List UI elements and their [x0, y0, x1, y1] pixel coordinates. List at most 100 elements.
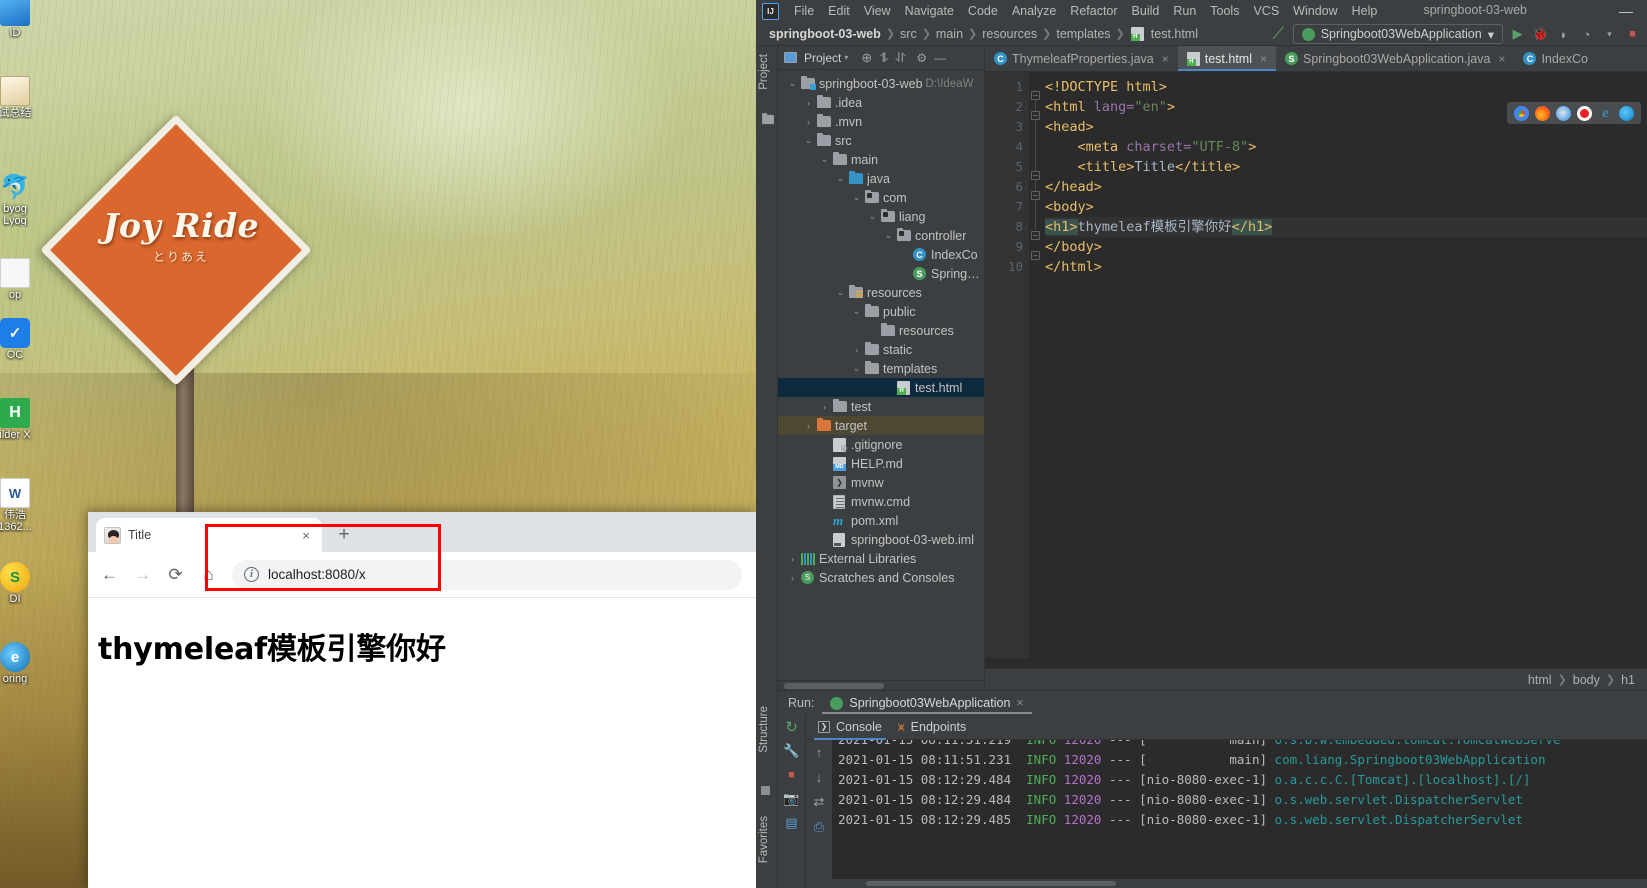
site-info-icon[interactable]: i	[244, 567, 259, 582]
chevron-down-icon[interactable]: ⌄	[851, 192, 862, 203]
code-line[interactable]: </body>	[1045, 237, 1647, 257]
menu-item-view[interactable]: View	[857, 2, 898, 20]
menu-item-window[interactable]: Window	[1286, 2, 1344, 20]
project-horizontal-scrollbar[interactable]	[778, 680, 984, 690]
settings-icon[interactable]: ⚙	[916, 51, 927, 65]
breadcrumb-testhtml[interactable]: test.html	[1148, 27, 1201, 41]
code-editor[interactable]: 1 2 3 4 5 6 7 8 9 10 – – – – – – <!DOCTYPE html> <…	[985, 72, 1647, 658]
menu-item-build[interactable]: Build	[1125, 2, 1167, 20]
close-icon[interactable]: ×	[1260, 52, 1267, 66]
fold-marker-icon[interactable]: –	[1031, 111, 1040, 120]
desktop-icon-amap[interactable]: S DI	[0, 562, 44, 605]
layout-icon[interactable]: ▤	[784, 815, 800, 831]
ie-icon[interactable]: e	[1598, 106, 1613, 121]
chevron-down-icon[interactable]: ⌄	[819, 154, 830, 165]
soft-wrap-icon[interactable]: ⇄	[811, 794, 827, 810]
structure-icon[interactable]	[761, 786, 770, 795]
tree-item-java[interactable]: ⌄ java	[778, 169, 984, 188]
fold-marker-icon[interactable]: –	[1031, 91, 1040, 100]
code-line[interactable]: <meta charset="UTF-8">	[1045, 137, 1647, 157]
tab-endpoints[interactable]: ⩙ Endpoints	[898, 715, 966, 740]
menu-item-navigate[interactable]: Navigate	[898, 2, 961, 20]
scroll-down-icon[interactable]: ↓	[811, 769, 827, 785]
build-hammer-icon[interactable]: ⟋	[1270, 24, 1287, 43]
close-icon[interactable]: ×	[1162, 52, 1169, 66]
debug-icon[interactable]: 🐞	[1532, 26, 1549, 43]
minimize-button[interactable]: —	[1619, 0, 1633, 22]
desktop-icon-document[interactable]: 试总结	[0, 76, 44, 119]
run-icon[interactable]: ▶	[1509, 26, 1526, 43]
profile-icon[interactable]: ◔	[1578, 26, 1595, 43]
safari-icon[interactable]	[1556, 105, 1571, 121]
chevron-down-icon[interactable]: ⌄	[835, 173, 846, 184]
code-fold-column[interactable]: – – – – – –	[1029, 72, 1043, 658]
close-icon[interactable]: ×	[1016, 696, 1023, 710]
menu-item-code[interactable]: Code	[961, 2, 1005, 20]
menu-item-refactor[interactable]: Refactor	[1063, 2, 1124, 20]
chevron-down-icon[interactable]: ⌄	[835, 287, 846, 298]
editor-tab-indexcontroller[interactable]: C IndexCo	[1514, 46, 1597, 71]
tree-item-springboot[interactable]: S Springboot	[778, 264, 984, 283]
tree-item-liang[interactable]: ⌄ liang	[778, 207, 984, 226]
scrollbar-thumb[interactable]	[866, 881, 1116, 886]
run-with-coverage-icon[interactable]: ◗	[1555, 26, 1572, 43]
stop-icon[interactable]: ■	[1624, 26, 1641, 43]
home-button[interactable]: ⌂	[193, 559, 224, 590]
breadcrumb-templates[interactable]: templates	[1053, 27, 1113, 41]
chevron-right-icon[interactable]: ›	[787, 554, 798, 564]
tree-item-external-libraries[interactable]: › External Libraries	[778, 549, 984, 568]
desktop-icon-dolphin[interactable]: 🐬 byog Lyog	[0, 172, 44, 228]
tree-item-gitignore[interactable]: .gitignore	[778, 435, 984, 454]
locate-icon[interactable]: ⊕	[861, 50, 872, 66]
code-line[interactable]: <body>	[1045, 197, 1647, 217]
tree-item-controller[interactable]: ⌄ controller	[778, 226, 984, 245]
breadcrumb-main[interactable]: main	[933, 27, 966, 41]
breadcrumb-html[interactable]: html	[1528, 673, 1552, 687]
menu-item-file[interactable]: File	[787, 2, 821, 20]
code-line[interactable]: <title>Title</title>	[1045, 157, 1647, 177]
editor-tab-testhtml[interactable]: test.html ×	[1177, 46, 1277, 71]
chevron-down-icon[interactable]: ▾	[844, 53, 848, 62]
code-line[interactable]: <!DOCTYPE html>	[1045, 77, 1647, 97]
chevron-down-icon[interactable]: ⌄	[883, 230, 894, 241]
tree-item-com[interactable]: ⌄ com	[778, 188, 984, 207]
breadcrumb-resources[interactable]: resources	[979, 27, 1040, 41]
chevron-right-icon[interactable]: ›	[787, 573, 798, 583]
project-title[interactable]: Project	[804, 51, 841, 65]
desktop-icon-mail[interactable]: ✓ OC	[0, 318, 44, 361]
editor-horizontal-scrollbar[interactable]	[985, 658, 1647, 668]
chevron-right-icon[interactable]: ›	[819, 402, 830, 412]
menu-item-vcs[interactable]: VCS	[1246, 2, 1286, 20]
code-line[interactable]: </head>	[1045, 177, 1647, 197]
breadcrumb-src[interactable]: src	[897, 27, 920, 41]
run-tab[interactable]: Springboot03WebApplication ×	[822, 692, 1033, 714]
run-configuration-selector[interactable]: Springboot03WebApplication ▾	[1292, 24, 1503, 44]
edge-icon[interactable]	[1619, 105, 1634, 121]
tree-item-resources[interactable]: resources	[778, 321, 984, 340]
tree-item-mvnw-cmd[interactable]: mvnw.cmd	[778, 492, 984, 511]
chevron-right-icon[interactable]: ›	[803, 117, 814, 127]
chevron-down-icon[interactable]: ▾	[1488, 27, 1494, 42]
tree-item-indexco[interactable]: C IndexCo	[778, 245, 984, 264]
stop-icon[interactable]: ■	[784, 767, 800, 783]
tree-item-idea[interactable]: › .idea	[778, 93, 984, 112]
tool-window-label-project[interactable]: Project	[758, 54, 770, 90]
hide-icon[interactable]: —	[934, 51, 946, 65]
camera-icon[interactable]: 📷	[783, 791, 799, 807]
close-icon[interactable]: ×	[1498, 52, 1505, 66]
tree-item-resources[interactable]: ⌄ resources	[778, 283, 984, 302]
tree-item-springboot-03-web-iml[interactable]: springboot-03-web.iml	[778, 530, 984, 549]
back-button[interactable]: ←	[94, 559, 125, 590]
tree-item-src[interactable]: ⌄ src	[778, 131, 984, 150]
rerun-icon[interactable]: ↻	[784, 719, 800, 736]
tree-item-main[interactable]: ⌄ main	[778, 150, 984, 169]
firefox-icon[interactable]	[1535, 105, 1550, 121]
desktop-icon-edge[interactable]: e oring	[0, 642, 44, 685]
menu-item-tools[interactable]: Tools	[1203, 2, 1246, 20]
editor-tab-thymeleafproperties[interactable]: C ThymeleafProperties.java ×	[985, 46, 1178, 71]
chevron-right-icon[interactable]: ›	[803, 98, 814, 108]
tree-item-mvn[interactable]: › .mvn	[778, 112, 984, 131]
desktop-icon-monitor[interactable]: ID	[0, 0, 44, 39]
tree-item-target[interactable]: › target	[778, 416, 984, 435]
chevron-down-icon[interactable]: ▾	[1601, 26, 1618, 43]
